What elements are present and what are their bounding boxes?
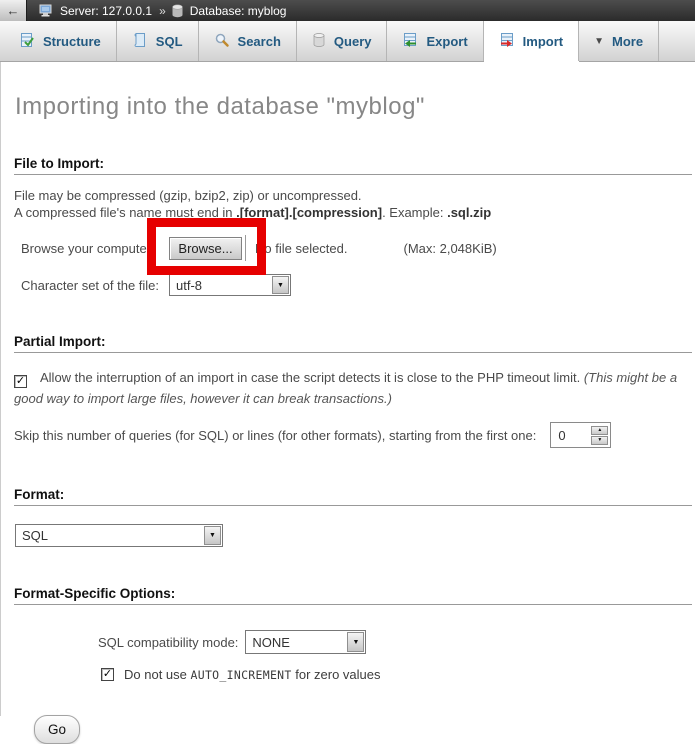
tab-bar: Structure SQL Search Query: [0, 21, 695, 62]
charset-row: Character set of the file: utf-8 ▼: [14, 273, 693, 297]
dropdown-arrow-icon[interactable]: ▼: [204, 526, 221, 545]
compression-line1: File may be compressed (gzip, bzip2, zip…: [14, 188, 362, 203]
breadcrumb-server[interactable]: Server: 127.0.0.1: [60, 4, 152, 18]
tab-import[interactable]: Import: [484, 21, 579, 61]
export-icon: [402, 32, 418, 51]
page-content: Importing into the database "myblog" Fil…: [0, 62, 695, 716]
browse-label: Browse your computer:: [21, 241, 169, 256]
section-heading-file-to-import: File to Import:: [14, 156, 692, 175]
sql-compatibility-label: SQL compatibility mode:: [98, 635, 238, 650]
section-heading-format: Format:: [14, 487, 692, 506]
tab-sql[interactable]: SQL: [117, 21, 199, 61]
tab-structure[interactable]: Structure: [4, 21, 117, 61]
sql-compatibility-select[interactable]: NONE ▼: [245, 630, 366, 654]
allow-interrupt-label: Allow the interruption of an import in c…: [40, 370, 584, 385]
compression-format-pattern: .[format].[compression]: [236, 205, 382, 220]
auto-increment-code: AUTO_INCREMENT: [191, 668, 292, 682]
compression-line2-mid: . Example:: [382, 205, 447, 220]
skip-queries-value: 0: [558, 428, 591, 443]
tab-label: Search: [238, 34, 281, 49]
chevron-down-icon: ▼: [594, 36, 604, 47]
file-upload-row: Browse your computer: Browse... No file …: [14, 236, 693, 260]
auto-increment-label-suffix: for zero values: [292, 667, 381, 682]
auto-increment-label-prefix: Do not use: [124, 667, 191, 682]
auto-increment-checkbox[interactable]: ✓: [101, 668, 114, 681]
section-heading-format-options: Format-Specific Options:: [14, 586, 692, 605]
search-icon: [214, 32, 230, 51]
spinner-buttons: ▲ ▼: [591, 426, 608, 445]
server-icon: [39, 4, 54, 17]
partial-import-option: ✓ Allow the interruption of an import in …: [14, 367, 693, 409]
no-file-selected-text: No file selected.: [255, 241, 348, 256]
tab-label: Structure: [43, 34, 101, 49]
tab-label: SQL: [156, 34, 183, 49]
compression-example: .sql.zip: [447, 205, 491, 220]
spinner-up-icon[interactable]: ▲: [591, 426, 608, 435]
structure-icon: [19, 32, 35, 51]
sql-compatibility-value: NONE: [246, 635, 346, 650]
sql-icon: [132, 32, 148, 51]
tab-export[interactable]: Export: [387, 21, 483, 61]
max-upload-size: (Max: 2,048KiB): [404, 241, 497, 256]
page-title: Importing into the database "myblog": [15, 62, 693, 121]
query-icon: [312, 32, 326, 51]
tab-query[interactable]: Query: [297, 21, 388, 61]
format-select[interactable]: SQL ▼: [15, 524, 223, 547]
charset-label: Character set of the file:: [21, 278, 169, 293]
back-button[interactable]: ←: [0, 0, 27, 21]
tab-label: Query: [334, 34, 372, 49]
tab-label: More: [612, 34, 643, 49]
browse-button[interactable]: Browse...: [169, 237, 242, 260]
breadcrumb-bar: ← Server: 127.0.0.1 » Database: myblog: [0, 0, 695, 21]
go-button[interactable]: Go: [34, 715, 80, 744]
format-selected-value: SQL: [16, 528, 203, 543]
database-icon: [171, 4, 184, 18]
breadcrumb-separator: »: [159, 4, 166, 18]
charset-selected-value: utf-8: [170, 278, 271, 293]
import-icon: [499, 32, 515, 51]
charset-select[interactable]: utf-8 ▼: [169, 274, 291, 296]
skip-queries-label: Skip this number of queries (for SQL) or…: [14, 428, 536, 443]
skip-queries-row: Skip this number of queries (for SQL) or…: [14, 422, 693, 448]
dropdown-arrow-icon[interactable]: ▼: [272, 276, 289, 294]
auto-increment-row: ✓ Do not use AUTO_INCREMENT for zero val…: [14, 666, 693, 682]
tab-search[interactable]: Search: [199, 21, 297, 61]
spinner-down-icon[interactable]: ▼: [591, 436, 608, 445]
auto-increment-label: Do not use AUTO_INCREMENT for zero value…: [124, 667, 381, 682]
section-heading-partial-import: Partial Import:: [14, 334, 692, 353]
tab-label: Export: [426, 34, 467, 49]
file-input-divider: [245, 235, 246, 261]
dropdown-arrow-icon[interactable]: ▼: [347, 632, 364, 652]
compression-line2-prefix: A compressed file's name must end in: [14, 205, 236, 220]
sql-compatibility-row: SQL compatibility mode: NONE ▼: [14, 629, 693, 655]
tab-label: Import: [523, 34, 563, 49]
breadcrumb-database[interactable]: Database: myblog: [190, 4, 287, 18]
tab-more[interactable]: ▼ More: [579, 21, 659, 61]
allow-interrupt-checkbox[interactable]: ✓: [14, 375, 27, 388]
skip-queries-input[interactable]: 0 ▲ ▼: [550, 422, 611, 448]
compression-info: File may be compressed (gzip, bzip2, zip…: [14, 187, 693, 221]
